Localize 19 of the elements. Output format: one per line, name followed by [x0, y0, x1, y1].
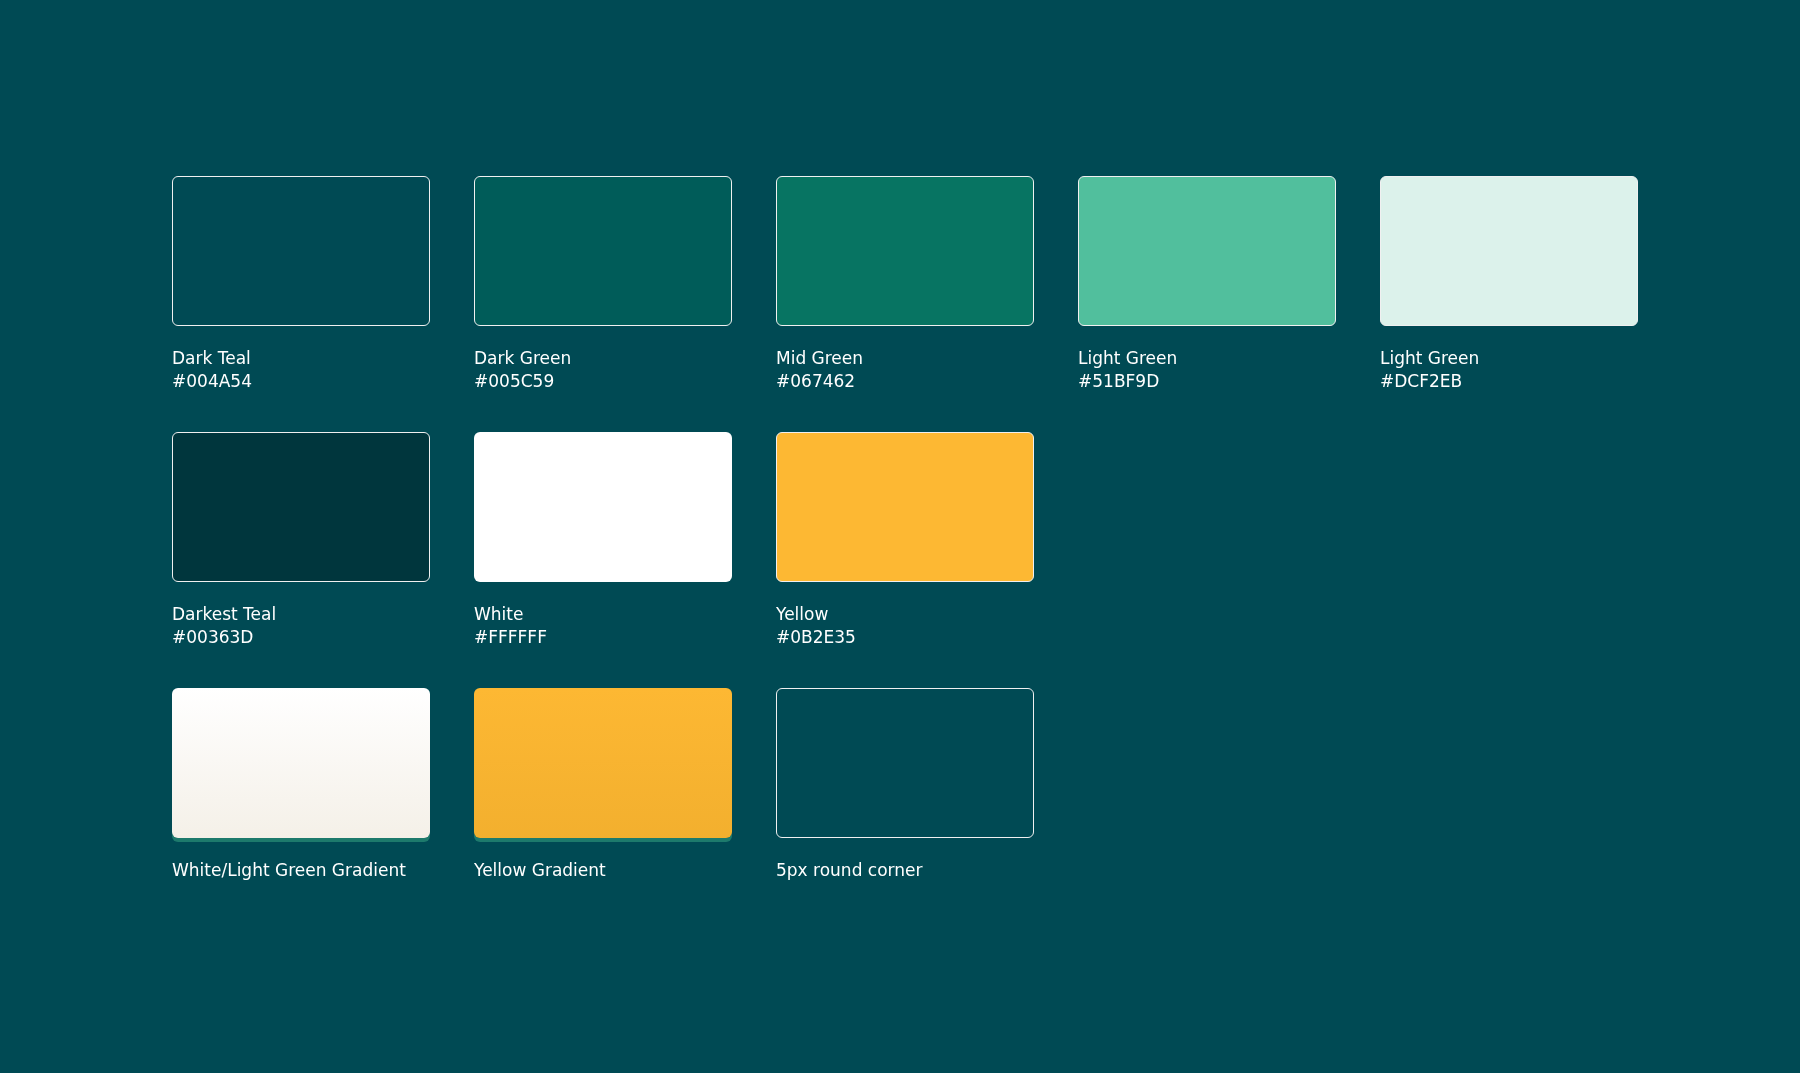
hex-code: #067462 [776, 371, 856, 392]
hex-code: #DCF2EB [1380, 371, 1463, 392]
color-name: White [474, 604, 524, 625]
hex-code: #51BF9D [1078, 371, 1160, 392]
hex-code: #005C59 [474, 371, 555, 392]
hex-code: #0B2E35 [776, 627, 856, 648]
color-name: Yellow [776, 604, 829, 625]
color-name: Darkest Teal [172, 604, 277, 625]
color-name: Yellow Gradient [474, 860, 606, 881]
color-name: Dark Teal [172, 348, 251, 369]
color-name: Mid Green [776, 348, 864, 369]
hex-code: #00363D [172, 627, 254, 648]
color-name: Dark Green [474, 348, 572, 369]
hex-code: #004A54 [172, 371, 252, 392]
color-name: Light Green [1078, 348, 1178, 369]
color-name: 5px round corner [776, 860, 923, 881]
hex-code: #FFFFFF [474, 627, 547, 648]
color-name: White/Light Green Gradient [172, 860, 406, 881]
color-name: Light Green [1380, 348, 1480, 369]
